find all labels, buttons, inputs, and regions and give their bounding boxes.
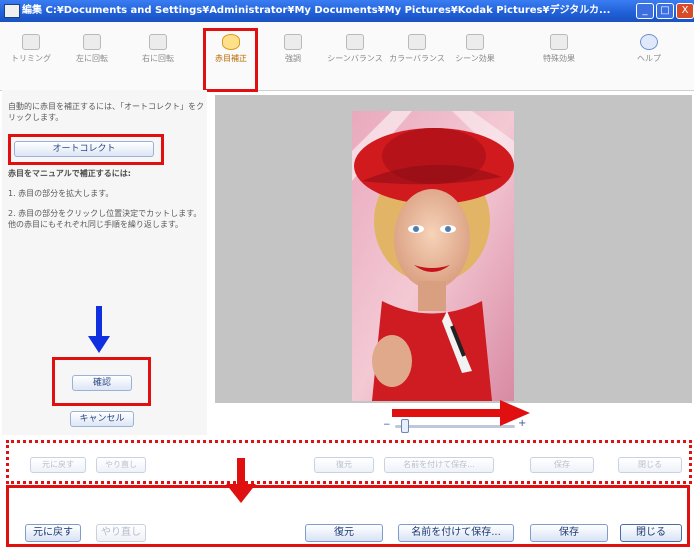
tool-special-effect[interactable]: 特殊効果 <box>530 26 588 86</box>
tool-label: 左に回転 <box>76 54 108 63</box>
tool-label: シーンバランス <box>327 54 383 63</box>
tool-label: 特殊効果 <box>543 54 575 63</box>
redo-button[interactable]: やり直し <box>96 524 146 542</box>
close-window-button[interactable]: X <box>676 3 694 19</box>
help-icon <box>640 34 658 50</box>
photo-portrait <box>352 111 514 401</box>
undo-button[interactable]: 元に戻す <box>25 524 81 542</box>
app-icon <box>4 4 20 18</box>
tool-scene-balance[interactable]: シーンバランス <box>326 26 384 86</box>
tool-label: ヘルプ <box>637 54 661 63</box>
ghost-close-button: 閉じる <box>618 457 682 473</box>
tool-rotate-left[interactable]: 左に回転 <box>63 26 121 86</box>
tool-rotate-right[interactable]: 右に回転 <box>129 26 187 86</box>
tool-color-balance[interactable]: カラーバランス <box>388 26 446 86</box>
tool-help[interactable]: ヘルプ <box>620 26 678 86</box>
tool-label: トリミング <box>11 54 51 63</box>
tool-label: カラーバランス <box>389 54 445 63</box>
tool-label: 右に回転 <box>142 54 174 63</box>
highlight-autocorrect-button <box>8 134 164 165</box>
highlight-confirm-button <box>52 357 151 406</box>
maximize-button[interactable]: □ <box>656 3 674 19</box>
cancel-button[interactable]: キャンセル <box>70 411 134 427</box>
manual-step-1: 1. 赤目の部分を拡大します。 <box>8 189 114 198</box>
tool-enhance[interactable]: 強調 <box>264 26 322 86</box>
scene-balance-icon <box>346 34 364 50</box>
restore-button[interactable]: 復元 <box>305 524 383 542</box>
save-as-button[interactable]: 名前を付けて保存... <box>398 524 514 542</box>
special-effect-icon <box>550 34 568 50</box>
blue-down-arrow <box>88 306 110 353</box>
tool-label: シーン効果 <box>455 54 495 63</box>
red-right-arrow <box>392 400 530 426</box>
tool-crop[interactable]: トリミング <box>2 26 60 86</box>
title-bar: 編集 C:¥Documents and Settings¥Administrat… <box>0 0 694 22</box>
ghost-restore-button: 復元 <box>314 457 374 473</box>
color-balance-icon <box>408 34 426 50</box>
ghost-save-as-button: 名前を付けて保存... <box>384 457 494 473</box>
ghost-save-button: 保存 <box>530 457 594 473</box>
save-button[interactable]: 保存 <box>530 524 608 542</box>
window-title: 編集 C:¥Documents and Settings¥Administrat… <box>22 5 611 16</box>
minimize-button[interactable]: _ <box>636 3 654 19</box>
manual-heading: 赤目をマニュアルで補正するには: <box>8 169 131 178</box>
enhance-icon <box>284 34 302 50</box>
rotate-right-icon <box>149 34 167 50</box>
ghost-undo-button: 元に戻す <box>30 457 86 473</box>
highlight-red-eye-tool <box>203 28 258 92</box>
scene-effect-icon <box>466 34 484 50</box>
auto-instruction-text: 自動的に赤目を補正するには、「オートコレクト」をクリックします。 <box>8 102 204 122</box>
tool-scene-effect[interactable]: シーン効果 <box>446 26 504 86</box>
zoom-out-icon[interactable]: − <box>383 421 391 430</box>
close-button[interactable]: 閉じる <box>620 524 682 542</box>
rotate-left-icon <box>83 34 101 50</box>
manual-step-2: 2. 赤目の部分をクリックし位置決定でカットします。他の赤目にもそれぞれ同じ手順… <box>8 209 202 229</box>
crop-icon <box>22 34 40 50</box>
ghost-redo-button: やり直し <box>96 457 146 473</box>
tool-label: 強調 <box>285 54 301 63</box>
